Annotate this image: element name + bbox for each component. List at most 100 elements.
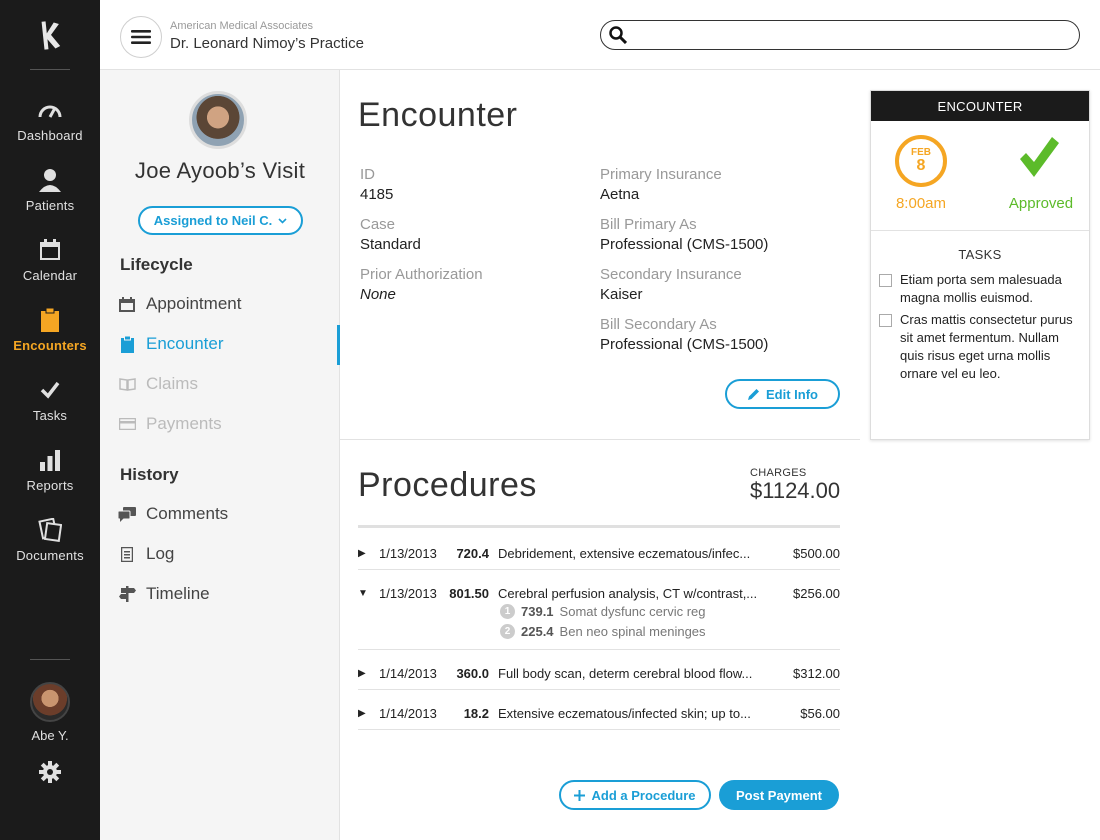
appointment-date-badge: FEB 8 — [895, 135, 947, 187]
procedure-row[interactable]: ▶ 1/14/2013 18.2 Extensive eczematous/in… — [358, 690, 840, 730]
gauge-icon — [37, 96, 63, 124]
calendar-icon — [39, 236, 61, 264]
field-value: Standard — [360, 236, 421, 253]
card-divider — [871, 230, 1089, 231]
expand-caret-icon[interactable]: ▶ — [358, 548, 366, 559]
diagnosis-code-item: 1 739.1 Somat dysfunc cervic reg — [500, 604, 706, 619]
app-logo[interactable] — [0, 16, 100, 54]
field-label: Bill Secondary As — [600, 316, 717, 333]
procedure-description: Extensive eczematous/infected skin; up t… — [498, 706, 751, 721]
sidebar-item-timeline[interactable]: Timeline — [118, 574, 340, 614]
procedure-row[interactable]: ▶ 1/14/2013 360.0 Full body scan, determ… — [358, 650, 840, 690]
sidebar-item-label: Payments — [146, 414, 222, 433]
nav-label: Reports — [26, 478, 74, 493]
visit-sidebar: Joe Ayoob’s Visit Assigned to Neil C. Li… — [100, 70, 340, 840]
field-case: Case Standard — [360, 216, 421, 253]
nav-item-documents[interactable]: Documents — [0, 516, 100, 576]
expand-caret-icon[interactable]: ▶ — [358, 708, 366, 719]
procedure-row[interactable]: ▶ 1/13/2013 720.4 Debridement, extensive… — [358, 530, 840, 570]
nav-item-encounters[interactable]: Encounters — [0, 306, 100, 366]
nav-label: Dashboard — [17, 128, 83, 143]
field-value: 4185 — [360, 186, 394, 203]
log-icon — [118, 546, 136, 562]
nav-item-tasks[interactable]: Tasks — [0, 376, 100, 436]
edit-info-button[interactable]: Edit Info — [725, 379, 840, 409]
procedure-description: Debridement, extensive eczematous/infec.… — [498, 546, 751, 561]
assigned-dropdown[interactable]: Assigned to Neil C. — [138, 206, 303, 235]
patient-avatar — [189, 91, 247, 149]
user-profile[interactable]: Abe Y. — [0, 682, 100, 743]
add-procedure-button[interactable]: Add a Procedure — [559, 780, 711, 810]
collapse-caret-icon[interactable]: ▼ — [358, 588, 368, 599]
person-icon — [38, 166, 62, 194]
sidebar-item-label: Timeline — [146, 584, 210, 603]
main-nav: Dashboard Patients Calendar Encounters T… — [0, 0, 100, 840]
history-heading: History — [120, 465, 179, 484]
practice-name[interactable]: Dr. Leonard Nimoy’s Practice — [170, 35, 364, 52]
field-prior-authorization: Prior Authorization None — [360, 266, 483, 303]
menu-button[interactable] — [120, 16, 162, 58]
expand-caret-icon[interactable]: ▶ — [358, 668, 366, 679]
credit-card-icon — [118, 418, 136, 430]
top-header: American Medical Associates Dr. Leonard … — [100, 0, 1100, 70]
procedure-code: 18.2 — [463, 706, 489, 721]
sidebar-item-log[interactable]: Log — [118, 534, 340, 574]
procedure-code: 360.0 — [456, 666, 489, 681]
task-checkbox[interactable] — [879, 314, 892, 327]
lifecycle-heading: Lifecycle — [120, 255, 193, 274]
sidebar-item-label: Appointment — [146, 294, 242, 313]
sidebar-item-label: Log — [146, 544, 175, 563]
nav-item-dashboard[interactable]: Dashboard — [0, 96, 100, 156]
approved-check-icon — [1017, 135, 1059, 184]
encounter-title: Encounter — [358, 96, 518, 134]
hamburger-icon — [131, 30, 151, 44]
section-divider — [340, 439, 860, 440]
search-input[interactable] — [633, 23, 1079, 47]
nav-item-calendar[interactable]: Calendar — [0, 236, 100, 296]
task-checkbox[interactable] — [879, 274, 892, 287]
sidebar-item-encounter[interactable]: Encounter — [118, 324, 340, 364]
bar-chart-icon — [39, 446, 61, 474]
nav-item-reports[interactable]: Reports — [0, 446, 100, 506]
post-payment-button[interactable]: Post Payment — [719, 780, 839, 810]
field-label: Primary Insurance — [600, 166, 722, 183]
field-bill-primary: Bill Primary As Professional (CMS-1500) — [600, 216, 768, 253]
card-heading: ENCOUNTER — [871, 91, 1089, 121]
field-bill-secondary: Bill Secondary As Professional (CMS-1500… — [600, 316, 768, 353]
calendar-icon — [118, 296, 136, 312]
sidebar-item-label: Claims — [146, 374, 198, 393]
date-day: 8 — [916, 157, 926, 174]
nav-label: Documents — [16, 548, 84, 563]
gear-icon[interactable] — [38, 760, 62, 784]
diagnosis-code: 225.4 — [521, 624, 554, 639]
procedure-code: 801.50 — [449, 586, 489, 601]
documents-icon — [38, 516, 62, 544]
sidebar-item-comments[interactable]: Comments — [118, 494, 340, 534]
sidebar-item-claims[interactable]: Claims — [118, 364, 340, 404]
sidebar-item-payments[interactable]: Payments — [118, 404, 340, 444]
task-item: Cras mattis consectetur purus sit amet f… — [879, 311, 1084, 383]
nav-divider — [30, 659, 70, 660]
field-id: ID 4185 — [360, 166, 393, 203]
procedure-amount: $256.00 — [793, 586, 840, 601]
nav-item-patients[interactable]: Patients — [0, 166, 100, 226]
procedure-amount: $56.00 — [800, 706, 840, 721]
clipboard-icon — [41, 306, 59, 334]
procedures-top-rule — [358, 525, 840, 528]
field-value: Professional (CMS-1500) — [600, 236, 769, 253]
sidebar-item-appointment[interactable]: Appointment — [118, 284, 340, 324]
chevron-down-icon — [278, 217, 287, 224]
search-bar[interactable] — [600, 20, 1080, 50]
logo-icon — [41, 21, 61, 50]
tasks-heading: TASKS — [958, 247, 1002, 262]
nav-label: Patients — [25, 198, 75, 213]
nav-label: Tasks — [32, 408, 68, 423]
procedure-amount: $500.00 — [793, 546, 840, 561]
user-name: Abe Y. — [31, 728, 69, 743]
field-value: Kaiser — [600, 286, 643, 303]
diagnosis-code-item: 2 225.4 Ben neo spinal meninges — [500, 624, 706, 639]
field-secondary-insurance: Secondary Insurance Kaiser — [600, 266, 742, 303]
procedure-row[interactable]: ▼ 1/13/2013 801.50 Cerebral perfusion an… — [358, 570, 840, 650]
procedure-amount: $312.00 — [793, 666, 840, 681]
add-procedure-label: Add a Procedure — [591, 787, 696, 803]
